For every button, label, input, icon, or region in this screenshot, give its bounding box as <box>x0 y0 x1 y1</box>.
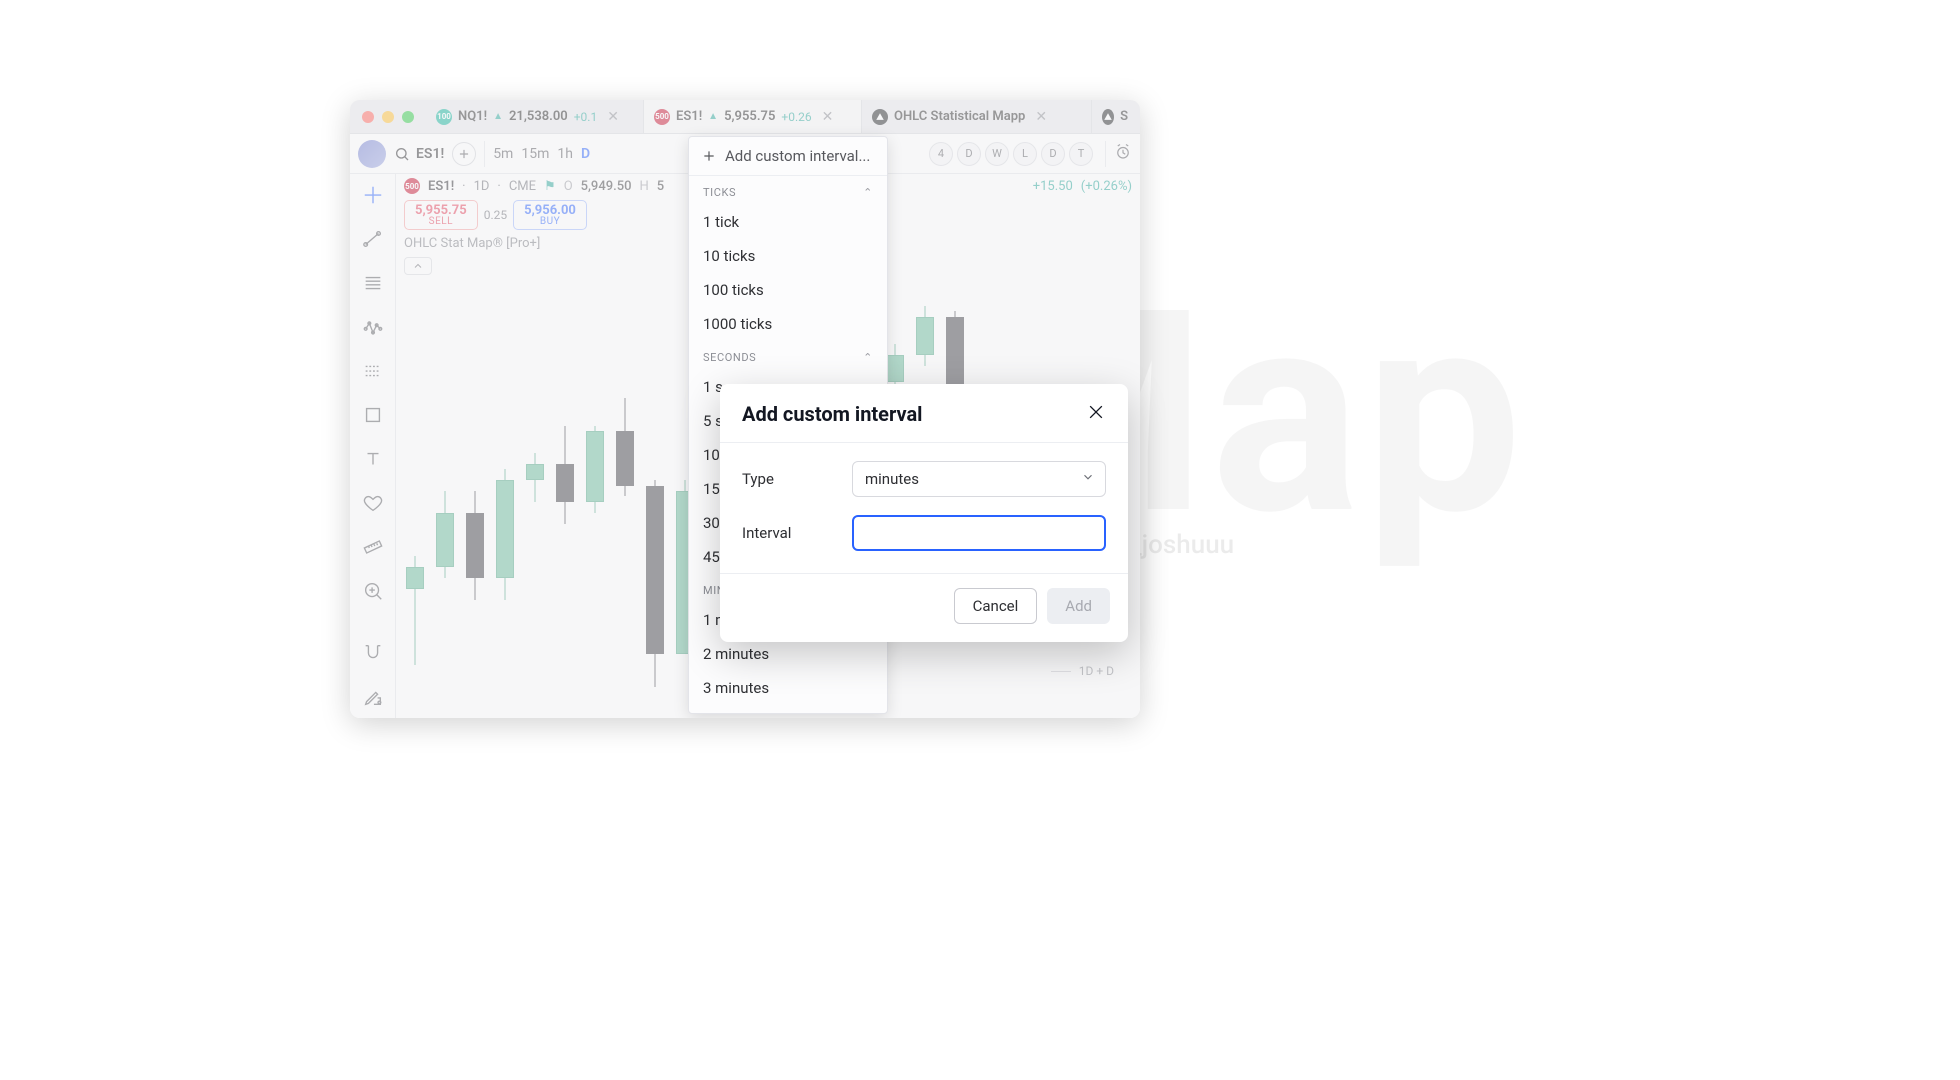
add-symbol-button[interactable] <box>452 142 476 166</box>
fib-tool-icon[interactable] <box>362 272 384 298</box>
up-triangle-icon: ▲ <box>493 111 503 122</box>
symbol-badge-icon: 500 <box>404 178 420 194</box>
tab-symbol: NQ1! <box>458 109 487 124</box>
tab-extra[interactable]: S <box>1092 100 1138 133</box>
chevron-down-icon <box>1081 470 1095 488</box>
add-button[interactable]: Add <box>1047 588 1110 624</box>
up-triangle-icon: ▲ <box>708 111 718 122</box>
edit-lock-tool-icon[interactable] <box>362 686 384 712</box>
modal-title: Add custom interval <box>742 402 922 426</box>
tab-price: 5,955.75 <box>724 109 775 124</box>
favorite-tool-icon[interactable] <box>362 492 384 518</box>
plus-icon <box>457 147 471 161</box>
text-tool-icon[interactable] <box>362 448 384 474</box>
tab-bar: 100 NQ1! ▲ 21,538.00 +0.1 ✕ 500 ES1! ▲ 5… <box>350 100 1140 134</box>
timeframe-5m[interactable]: 5m <box>493 146 513 162</box>
flag-icon: ⚑ <box>544 179 556 194</box>
separator <box>484 141 485 167</box>
timeframe-15m[interactable]: 15m <box>521 146 549 162</box>
section-seconds[interactable]: SECONDS ⌃ <box>689 341 887 370</box>
legend-change-pct: (+0.26%) <box>1081 179 1132 194</box>
section-ticks[interactable]: TICKS ⌃ <box>689 176 887 205</box>
legend-symbol: ES1! <box>428 179 454 194</box>
type-select[interactable]: minutes <box>852 461 1106 497</box>
forecast-tool-icon[interactable] <box>362 360 384 386</box>
tab-es1[interactable]: 500 ES1! ▲ 5,955.75 +0.26 ✕ <box>644 100 862 133</box>
interval-item[interactable]: 100 ticks <box>689 273 887 307</box>
legend-h-value: 5 <box>657 179 664 194</box>
close-window-icon[interactable] <box>362 111 374 123</box>
separator <box>1105 141 1106 167</box>
collapse-legend-button[interactable] <box>404 257 432 275</box>
search-icon <box>394 146 410 162</box>
chevron-up-icon: ⌃ <box>863 351 873 364</box>
interval-label: Interval <box>742 524 852 542</box>
legend-o-label: O <box>564 179 573 194</box>
crosshair-tool-icon[interactable] <box>362 184 384 210</box>
interval-item[interactable]: 10 ticks <box>689 239 887 273</box>
chevron-up-icon: ⌃ <box>863 186 873 199</box>
legend-exchange: CME <box>509 179 536 194</box>
tab-nq1[interactable]: 100 NQ1! ▲ 21,538.00 +0.1 ✕ <box>426 100 644 133</box>
alert-icon[interactable] <box>1114 143 1132 165</box>
timeframe-readout: 1D + D <box>1051 664 1114 678</box>
maximize-window-icon[interactable] <box>402 111 414 123</box>
tab-change: +0.1 <box>574 110 597 124</box>
tab-title: S <box>1120 109 1128 124</box>
plus-icon <box>701 148 717 164</box>
symbol-badge-icon: 500 <box>654 109 670 125</box>
interval-item[interactable]: 1 tick <box>689 205 887 239</box>
minimize-window-icon[interactable] <box>382 111 394 123</box>
buy-button[interactable]: 5,956.00 BUY <box>513 200 587 230</box>
tab-ohlc-stat[interactable]: OHLC Statistical Mapp ✕ <box>862 100 1092 133</box>
tab-symbol: ES1! <box>676 109 702 124</box>
tab-change: +0.26 <box>781 110 811 124</box>
magnet-tool-icon[interactable] <box>362 642 384 668</box>
pill-d2[interactable]: D <box>1041 142 1065 166</box>
chevron-up-icon <box>412 260 424 272</box>
pill-d[interactable]: D <box>957 142 981 166</box>
interval-item[interactable]: 1000 ticks <box>689 307 887 341</box>
timeframe-1h[interactable]: 1h <box>557 146 573 162</box>
shape-tool-icon[interactable] <box>362 404 384 430</box>
pill-4[interactable]: 4 <box>929 142 953 166</box>
cancel-button[interactable]: Cancel <box>954 588 1038 624</box>
symbol-badge-icon: 100 <box>436 109 452 125</box>
pill-t[interactable]: T <box>1069 142 1093 166</box>
logo-icon <box>872 109 888 125</box>
tab-price: 21,538.00 <box>509 109 568 124</box>
timeframe-d[interactable]: D <box>581 146 590 162</box>
tab-title: OHLC Statistical Mapp <box>894 109 1025 124</box>
add-custom-interval-row[interactable]: Add custom interval... <box>689 137 887 176</box>
legend-o-value: 5,949.50 <box>581 179 632 194</box>
interval-item[interactable]: 2 minutes <box>689 637 887 671</box>
sell-button[interactable]: 5,955.75 SELL <box>404 200 478 230</box>
legend-h-label: H <box>640 179 649 194</box>
interval-input[interactable] <box>852 515 1106 551</box>
trendline-tool-icon[interactable] <box>362 228 384 254</box>
pill-l[interactable]: L <box>1013 142 1037 166</box>
tab-close-icon[interactable]: ✕ <box>822 109 834 125</box>
add-interval-modal: Add custom interval Type minutes Interva… <box>720 384 1128 642</box>
spread-value: 0.25 <box>484 208 507 222</box>
tab-close-icon[interactable]: ✕ <box>1035 109 1047 125</box>
avatar[interactable] <box>358 140 386 168</box>
logo-icon <box>1102 109 1114 125</box>
zoom-tool-icon[interactable] <box>362 580 384 606</box>
pattern-tool-icon[interactable] <box>362 316 384 342</box>
interval-pills: 4 D W L D T <box>929 142 1093 166</box>
type-label: Type <box>742 470 852 488</box>
interval-item[interactable]: 3 minutes <box>689 671 887 705</box>
pill-w[interactable]: W <box>985 142 1009 166</box>
legend-timeframe: 1D <box>474 179 490 194</box>
ruler-tool-icon[interactable] <box>362 536 384 562</box>
symbol-search[interactable]: ES1! <box>394 146 444 162</box>
tab-close-icon[interactable]: ✕ <box>607 109 619 125</box>
window-controls <box>350 100 426 133</box>
legend-change-abs: +15.50 <box>1033 179 1073 194</box>
watermark-small: _joshuuu <box>1130 530 1234 560</box>
drawing-toolbar <box>350 174 396 718</box>
close-icon[interactable] <box>1086 402 1106 426</box>
